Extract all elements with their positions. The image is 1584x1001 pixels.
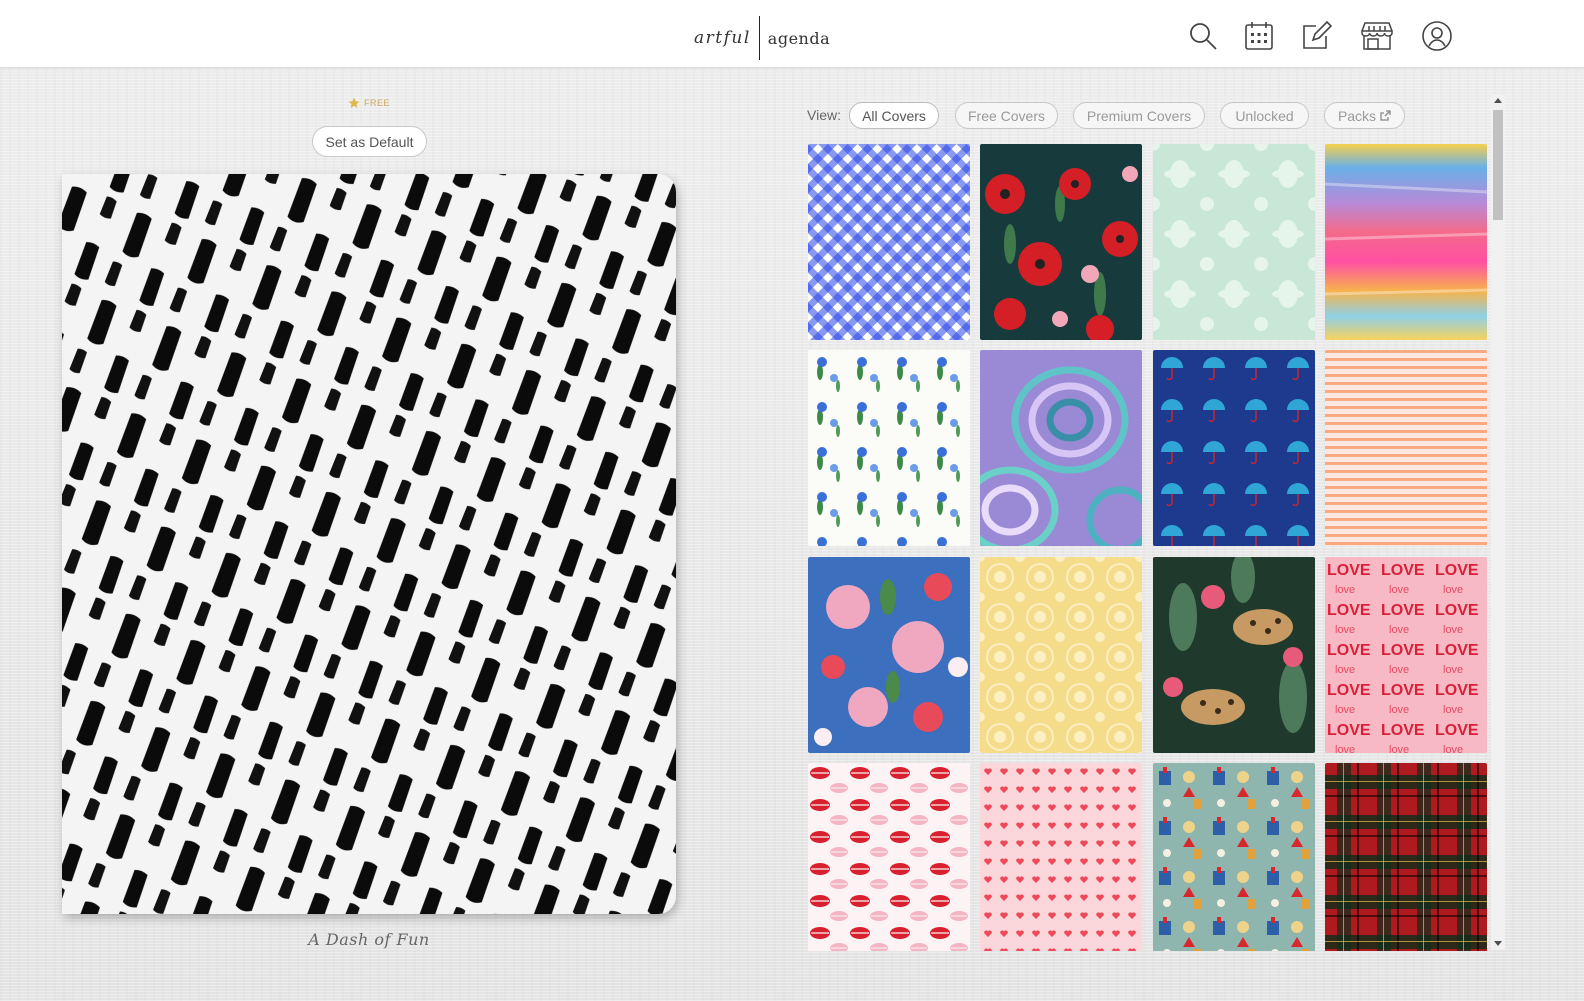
logo-agenda-text: agenda	[767, 28, 831, 48]
cover-tile-floral-bouquet[interactable]	[808, 557, 970, 753]
cover-tile-umbrellas[interactable]	[1153, 350, 1315, 546]
cover-tile-rainbow-brushstrokes[interactable]	[1325, 144, 1487, 340]
store-icon[interactable]	[1360, 20, 1394, 52]
free-badge-label: FREE	[364, 98, 391, 108]
scroll-down-icon[interactable]	[1494, 941, 1502, 946]
cover-tile-pink-hearts[interactable]	[980, 763, 1142, 951]
cover-tile-tartan[interactable]	[1325, 763, 1487, 951]
cover-tile-love-typography[interactable]: LOVE love	[1325, 557, 1487, 753]
logo-artful-text: artful	[694, 28, 751, 48]
cover-grid: LOVE love	[808, 144, 1490, 951]
filter-packs[interactable]: Packs	[1324, 102, 1405, 129]
external-link-icon	[1380, 110, 1391, 121]
filter-free-covers-label: Free Covers	[967, 107, 1046, 124]
cover-tile-yellow-medallion[interactable]	[980, 557, 1142, 753]
view-label: View:	[807, 107, 841, 123]
filter-all-covers-label: All Covers	[862, 107, 926, 124]
filter-premium-covers-label: Premium Covers	[1086, 107, 1192, 124]
top-header: artful agenda	[0, 0, 1584, 68]
set-as-default-button[interactable]: Set as Default	[312, 126, 427, 157]
filter-unlocked[interactable]: Unlocked	[1220, 102, 1309, 129]
cover-tile-blue-gingham[interactable]	[808, 144, 970, 340]
account-icon[interactable]	[1421, 20, 1453, 52]
cover-tile-red-lips[interactable]	[808, 763, 970, 951]
cover-tile-peach-stripes[interactable]	[1325, 350, 1487, 546]
filter-packs-label: Packs	[1337, 107, 1377, 124]
scroll-thumb[interactable]	[1493, 110, 1503, 220]
artful-agenda-logo[interactable]: artful agenda	[694, 16, 830, 60]
filter-unlocked-label: Unlocked	[1235, 107, 1294, 124]
cover-grid-scrollbar[interactable]	[1491, 94, 1505, 950]
scroll-up-icon[interactable]	[1494, 98, 1502, 103]
filter-premium-covers[interactable]: Premium Covers	[1073, 102, 1205, 129]
filter-free-covers[interactable]: Free Covers	[955, 102, 1058, 129]
calendar-icon[interactable]	[1243, 20, 1275, 52]
free-badge: FREE	[348, 97, 390, 109]
cover-tile-leopard-tropical[interactable]	[1153, 557, 1315, 753]
cover-tile-red-poppies[interactable]	[980, 144, 1142, 340]
filter-all-covers[interactable]: All Covers	[849, 102, 939, 129]
dash-pattern-artwork	[62, 174, 676, 914]
edit-icon[interactable]	[1300, 20, 1333, 52]
star-icon	[348, 97, 360, 108]
search-icon[interactable]	[1187, 20, 1219, 52]
cover-tile-blue-flower-sprigs[interactable]	[808, 350, 970, 546]
cover-tile-mint-damask[interactable]	[1153, 144, 1315, 340]
cover-preview	[62, 174, 676, 914]
cover-title: A Dash of Fun	[308, 930, 430, 949]
cover-tile-holiday-sage[interactable]	[1153, 763, 1315, 951]
cover-tile-agate[interactable]	[980, 350, 1142, 546]
